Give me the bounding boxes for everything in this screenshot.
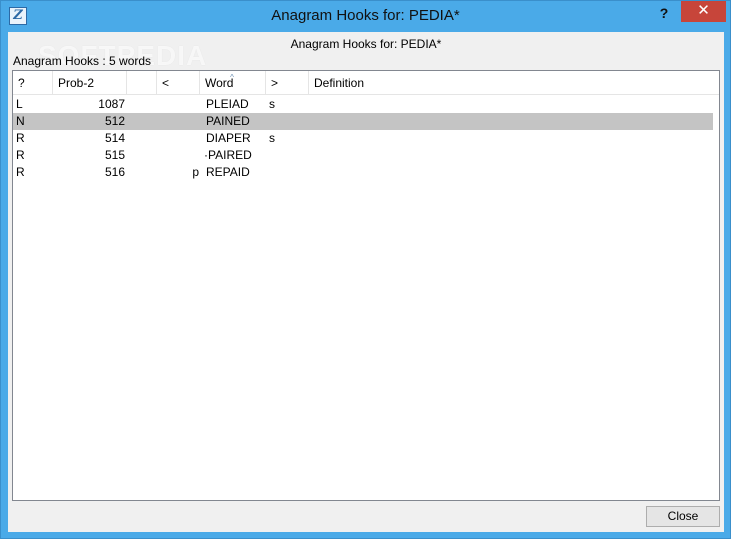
cell-prob-2: 516 [104,165,125,179]
table-row[interactable]: R 515 ·PAIRED [13,147,713,164]
table-header: ? Prob-2 < Word ^ > Definition [13,71,719,95]
column-header-front-hooks[interactable]: < [157,71,200,95]
window-close-button[interactable]: ✕ [681,1,726,22]
cell-probability-order: R [16,131,25,145]
cell-prob-2: 1087 [98,97,125,111]
anagram-hooks-table[interactable]: ? Prob-2 < Word ^ > Definition L 1087 PL… [12,70,720,501]
dialog-heading: Anagram Hooks for: PEDIA* [290,37,442,51]
cell-definition [313,113,703,130]
cell-front-hooks [159,130,199,147]
close-button[interactable]: Close [646,506,720,527]
cell-definition [313,147,703,164]
cell-front-hooks [159,96,199,113]
table-row[interactable]: L 1087 PLEIAD s [13,96,713,113]
column-header-prob-2[interactable]: Prob-2 [53,71,127,95]
cell-definition [313,164,703,181]
cell-front-hooks [159,113,199,130]
cell-probability-order: L [16,97,23,111]
cell-prob-2: 512 [104,114,125,128]
column-header-spacer[interactable] [127,71,157,95]
table-row[interactable]: R 516 p REPAID [13,164,713,181]
title-bar[interactable]: Z Anagram Hooks for: PEDIA* ? ✕ [1,1,730,31]
cell-word: PLEIAD [206,97,249,111]
cell-probability-order: R [16,165,25,179]
help-button[interactable]: ? [651,3,677,23]
window-title: Anagram Hooks for: PEDIA* [271,7,460,24]
dialog-client-area: SOFTPEDIA Anagram Hooks for: PEDIA* Anag… [8,32,724,532]
cell-back-hooks [269,164,309,181]
cell-word: DIAPER [206,131,251,145]
cell-prob-2: 514 [104,131,125,145]
column-header-definition[interactable]: Definition [309,71,719,95]
cell-front-hooks [159,147,199,164]
cell-probability-order: R [16,148,25,162]
table-row-selected[interactable]: N 512 PAINED [13,113,713,130]
column-header-word[interactable]: Word ^ [200,71,266,95]
cell-back-hooks [269,147,309,164]
cell-prob-2: 515 [104,148,125,162]
cell-front-hooks: p [192,165,199,179]
sort-ascending-icon: ^ [230,73,234,82]
cell-definition [313,96,703,113]
cell-probability-order: N [16,114,25,128]
column-header-probability-order[interactable]: ? [13,71,53,95]
cell-back-hooks [269,113,309,130]
cell-definition [313,130,703,147]
dialog-window: Z Anagram Hooks for: PEDIA* ? ✕ SOFTPEDI… [0,0,731,539]
word-count-label: Anagram Hooks : 5 words [13,54,152,68]
cell-word: PAINED [206,114,250,128]
cell-word: REPAID [206,165,250,179]
cell-word: ·PAIRED [204,148,252,162]
table-body: L 1087 PLEIAD s N 512 PAINED R 514 DIAPE… [13,96,719,181]
cell-back-hooks: s [269,97,275,111]
cell-back-hooks: s [269,131,275,145]
column-header-back-hooks[interactable]: > [266,71,309,95]
table-row[interactable]: R 514 DIAPER s [13,130,713,147]
